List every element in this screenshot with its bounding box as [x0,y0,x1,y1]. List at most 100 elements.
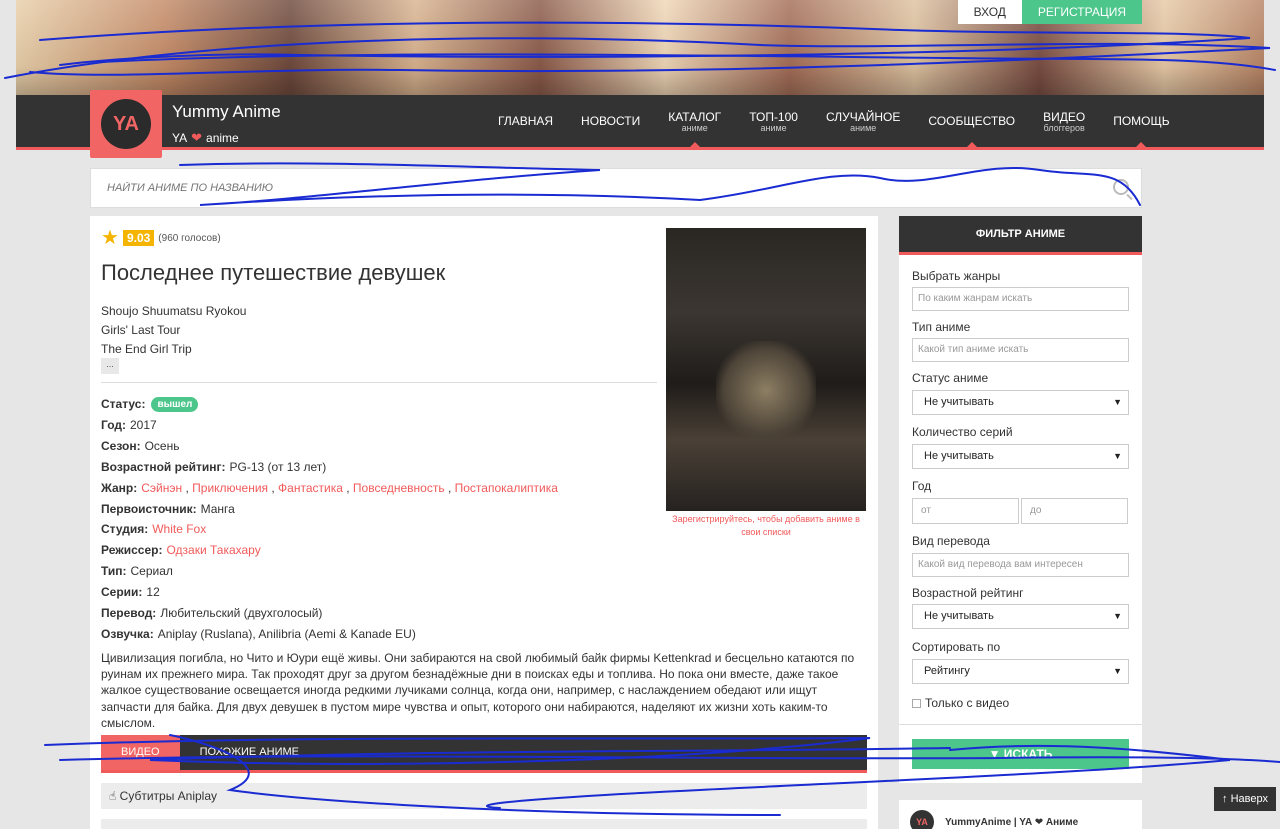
info-label: Возрастной рейтинг: [101,459,226,474]
alt-name: Shoujo Shuumatsu Ryokou [101,304,247,318]
widget-logo-icon: YA [910,810,934,829]
genres-label: Выбрать жанры [912,269,1001,283]
more-names-button[interactable]: ... [101,358,119,374]
login-button[interactable]: ВХОД [957,0,1022,24]
widget-title[interactable]: YummyAnime | YA ❤ Аниме [945,817,1078,828]
nav-label: СЛУЧАЙНОЕ [825,109,901,124]
status-label: Статус аниме [912,371,989,385]
info-value: 12 [146,585,160,600]
dropdown-arrow-icon: ▼ [1113,611,1122,621]
info-label: Серии: [101,585,143,600]
info-label: Сезон: [101,438,141,453]
info-label: Статус: [101,397,146,411]
tag-prefix: YA [172,131,188,145]
info-value: 2017 [130,417,157,432]
filter-panel: ФИЛЬТР АНИМЕ Выбрать жанры По каким жанр… [899,216,1142,783]
info-label: Тип: [101,564,127,579]
back-to-top-label: Наверх [1230,793,1268,805]
info-label: Озвучка: [101,626,154,641]
dropdown-arrow-icon: ▼ [1113,397,1122,407]
search-input[interactable] [91,169,1141,207]
checkbox-icon[interactable] [912,698,921,708]
episodes-select[interactable]: Не учитывать ▼ [912,444,1129,469]
divider [101,382,657,383]
genres-field[interactable]: По каким жанрам искать [912,287,1129,311]
site-logo[interactable]: YA [90,90,162,158]
search-icon[interactable] [1113,179,1129,195]
nav-item-catalog[interactable]: КАТАЛОГ аниме [654,95,735,147]
nav-item-community[interactable]: СООБЩЕСТВО [914,95,1029,147]
year-to-field[interactable]: до [1021,498,1128,524]
tab-video[interactable]: ВИДЕО [101,735,180,770]
nav-item-help[interactable]: ПОМОЩЬ [1099,95,1183,147]
subtitles-label: Субтитры Aniplay [119,789,218,803]
nav-item-news[interactable]: НОВОСТИ [567,95,654,147]
nav-item-top100[interactable]: ТОП-100 аниме [735,95,812,147]
nav-label: ВИДЕО [1043,109,1086,124]
genre-link[interactable]: Приключения [192,478,268,499]
info-value: PG-13 (от 13 лет) [229,459,327,474]
director-link[interactable]: Одзаки Такахару [166,540,260,561]
back-to-top-button[interactable]: ↑ Наверх [1214,787,1276,811]
status-select[interactable]: Не учитывать ▼ [912,390,1129,415]
info-label: Перевод: [101,606,157,621]
info-label: Первоисточник: [101,501,197,516]
checkbox-label: Только с видео [925,696,1010,710]
studio-link[interactable]: White Fox [152,519,206,540]
alt-name: Girls' Last Tour [101,323,181,337]
tab-similar[interactable]: ПОХОЖИЕ АНИМЕ [180,735,319,770]
filter-header: ФИЛЬТР АНИМЕ [899,216,1142,255]
next-row[interactable] [101,819,867,829]
genre-link[interactable]: Сэйнэн [141,478,182,499]
info-label: Режиссер: [101,543,163,558]
nav-label: ГЛАВНАЯ [498,114,554,128]
button-label: ИСКАТЬ [1003,747,1053,761]
nav-item-home[interactable]: ГЛАВНАЯ [484,95,567,147]
nav-item-random[interactable]: СЛУЧАЙНОЕ аниме [812,95,914,147]
nav-item-video[interactable]: ВИДЕО блоггеров [1029,95,1099,147]
anime-poster[interactable] [666,228,866,511]
rating-value: 9.03 [122,230,155,246]
subtitles-row[interactable]: ☝ Субтитры Aniplay [101,783,867,809]
select-value: Рейтингу [924,665,970,677]
info-value: Манга [200,501,235,516]
year-label: Год [912,479,932,493]
sort-select[interactable]: Рейтингу ▼ [912,659,1129,684]
info-value: Aniplay (Ruslana), Anilibria (Aemi & Kan… [157,626,416,641]
age-select[interactable]: Не учитывать ▼ [912,604,1129,629]
year-from-field[interactable]: от [912,498,1019,524]
star-icon: ★ [101,227,119,249]
social-widget: YA YummyAnime | YA ❤ Аниме [899,800,1142,829]
genre-link[interactable]: Фантастика [278,478,343,499]
nav-label: НОВОСТИ [581,114,641,128]
nav-label: СООБЩЕСТВО [928,114,1016,128]
dropdown-arrow-icon: ▼ [1113,451,1122,461]
main-navbar: YA Yummy Anime YA ❤ anime ГЛАВНАЯ НОВОСТ… [16,90,1264,158]
genre-link[interactable]: Постапокалиптика [455,478,558,499]
type-field[interactable]: Какой тип аниме искать [912,338,1129,362]
select-value: Не учитывать [924,396,994,408]
info-value: Осень [144,438,180,453]
filter-icon: ▼ [988,747,1001,761]
nav-menu: ГЛАВНАЯ НОВОСТИ КАТАЛОГ аниме ТОП-100 ан… [484,95,1184,147]
age-label: Возрастной рейтинг [912,586,1024,600]
register-button[interactable]: РЕГИСТРАЦИЯ [1021,0,1142,24]
anime-info: Статус: вышел Год: 2017 Сезон: Осень Возрас… [101,394,558,645]
episodes-label: Количество серий [912,425,1013,439]
video-only-checkbox[interactable]: Только с видео [912,696,1009,710]
genre-link[interactable]: Повседневность [353,478,445,499]
site-tagline: YA ❤ anime [172,130,239,146]
site-name[interactable]: Yummy Anime [172,102,281,122]
info-label: Студия: [101,522,149,537]
status-badge: вышел [151,396,199,412]
hand-icon: ☝ [109,789,117,803]
info-label: Жанр: [101,480,138,495]
filter-search-button[interactable]: ▼ ИСКАТЬ [912,739,1129,769]
search-bar [90,168,1142,208]
select-value: Не учитывать [924,610,994,622]
register-note[interactable]: Зарегистрируйтесь, чтобы добавить аниме … [666,513,866,539]
translation-label: Вид перевода [912,534,990,548]
nav-sublabel: аниме [681,122,708,133]
translation-field[interactable]: Какой вид перевода вам интересен [912,553,1129,577]
logo-icon: YA [101,99,151,149]
